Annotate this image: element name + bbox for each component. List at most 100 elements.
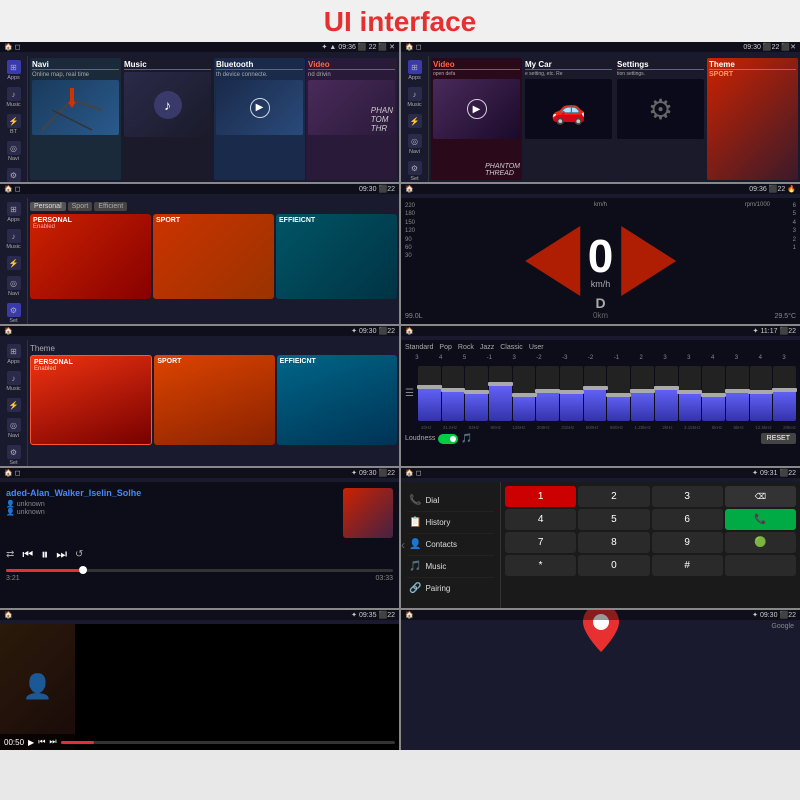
eq-bar-11[interactable]	[655, 366, 678, 421]
eq-tab-standard[interactable]: Standard	[405, 344, 433, 351]
sidebar-music-2[interactable]: ♪ Music	[407, 87, 421, 108]
loudness-toggle[interactable]	[438, 434, 458, 444]
key-3[interactable]: 3	[652, 486, 723, 507]
eq-bar-2[interactable]	[442, 366, 465, 421]
eq-reset-button[interactable]: RESET	[761, 433, 796, 444]
eq-bar-5[interactable]	[513, 366, 536, 421]
eq-bar-16[interactable]	[773, 366, 796, 421]
sidebar-navi-2[interactable]: ◎ Navi	[408, 134, 422, 155]
key-2[interactable]: 2	[578, 486, 649, 507]
phone-nav-arrow[interactable]: ‹	[401, 538, 405, 552]
eq-bar-4[interactable]	[489, 366, 512, 421]
key-hash[interactable]: #	[652, 555, 723, 576]
back-icon-3[interactable]: ◻	[15, 185, 21, 193]
sidebar-navi-1[interactable]: ◎ Navi	[7, 141, 21, 162]
eq-knob-8[interactable]	[583, 386, 608, 390]
eq-tab-rock[interactable]: Rock	[458, 344, 474, 351]
video-play-pause[interactable]: ▶	[28, 738, 34, 747]
eq-bar-12[interactable]	[679, 366, 702, 421]
eq-knob-13[interactable]	[701, 393, 726, 397]
sidebar-navi-5[interactable]: ◎ Navi	[7, 418, 21, 439]
history-menu-item[interactable]: 📋 History	[407, 512, 494, 534]
sidebar-music-1[interactable]: ♪ Music	[6, 87, 20, 108]
mycar-card-2[interactable]: My Car e setting, etc. Re 🚗	[523, 58, 614, 180]
personal-theme-card[interactable]: PERSONAL Enabled	[30, 214, 151, 299]
sidebar-music-3[interactable]: ♪ Music	[6, 229, 20, 250]
eq-bar-15[interactable]	[750, 366, 773, 421]
eq-bar-1[interactable]	[418, 366, 441, 421]
key-star[interactable]: *	[505, 555, 576, 576]
home-icon-9[interactable]: 🏠	[4, 611, 13, 619]
video-app-card[interactable]: Video nd drivin PHANTOMTHR	[306, 58, 397, 180]
theme-card-2[interactable]: Theme SPORT	[707, 58, 798, 180]
video-progress[interactable]	[61, 741, 395, 744]
navi-app-card[interactable]: Navi Online map, real time	[30, 58, 121, 180]
key-9[interactable]: 9	[652, 532, 723, 553]
bt-app-card[interactable]: Bluetooth th device connecte. ▶	[214, 58, 305, 180]
nav-2[interactable]: ⬛✕	[781, 43, 796, 51]
pairing-menu-item[interactable]: 🔗 Pairing	[407, 578, 494, 599]
eq-knob-4[interactable]	[488, 382, 513, 386]
eq-bar-8[interactable]	[584, 366, 607, 421]
sidebar-settings-2[interactable]: ⚙ Set	[408, 161, 422, 182]
home-icon-6[interactable]: 🏠	[405, 327, 414, 335]
sidebar-apps-1[interactable]: ⊞ Apps	[7, 60, 21, 81]
sidebar-settings-3[interactable]: ⚙ Set	[7, 303, 21, 324]
eq-bar-10[interactable]	[631, 366, 654, 421]
eq-knob-12[interactable]	[677, 390, 702, 394]
play-pause-button[interactable]: ⏸	[41, 546, 48, 563]
next-button[interactable]: ⏭	[56, 547, 67, 562]
sidebar-settings-1[interactable]: ⚙ Set	[7, 168, 21, 182]
back-icon-1[interactable]: ◻	[15, 43, 21, 51]
home-icon-2[interactable]: 🏠	[405, 43, 414, 51]
sport-theme-card[interactable]: SPORT	[153, 214, 274, 299]
home-icon-10[interactable]: 🏠	[405, 611, 414, 619]
home-icon-8[interactable]: 🏠	[405, 469, 414, 477]
key-del[interactable]: ⌫	[725, 486, 796, 507]
efficient-tab[interactable]: Efficient	[94, 202, 127, 211]
personal-tab[interactable]: Personal	[30, 202, 66, 211]
personal-theme-2[interactable]: PERSONAL Enabled	[30, 355, 152, 445]
sidebar-bt-3[interactable]: ⚡	[7, 256, 21, 270]
home-icon-7[interactable]: 🏠	[4, 469, 13, 477]
eq-knob-14[interactable]	[725, 389, 750, 393]
efficient-theme-2[interactable]: EFFIEICNT	[277, 355, 397, 445]
progress-bar[interactable]	[6, 569, 393, 572]
eq-bar-6[interactable]	[536, 366, 559, 421]
eq-knob-7[interactable]	[559, 390, 584, 394]
settings-card-2[interactable]: Settings tion settings. ⚙	[615, 58, 706, 180]
home-icon-4[interactable]: 🏠	[405, 185, 414, 193]
back-icon-2[interactable]: ◻	[416, 43, 422, 51]
sport-tab[interactable]: Sport	[68, 202, 93, 211]
eq-knob-6[interactable]	[535, 389, 560, 393]
eq-knob-1[interactable]	[417, 385, 442, 389]
home-icon-1[interactable]: 🏠	[4, 43, 13, 51]
sidebar-apps-2[interactable]: ⊞ Apps	[408, 60, 422, 81]
eq-knob-9[interactable]	[606, 393, 631, 397]
close-icon-1[interactable]: ✕	[389, 43, 395, 51]
key-6[interactable]: 6	[652, 509, 723, 530]
eq-knob-5[interactable]	[512, 393, 537, 397]
sidebar-settings-5[interactable]: ⚙ Set	[7, 445, 21, 466]
sidebar-bt-1[interactable]: ⚡ BT	[7, 114, 21, 135]
shuffle-icon[interactable]: ⇄	[6, 549, 14, 560]
sport-theme-2[interactable]: SPORT	[154, 355, 274, 445]
eq-bar-3[interactable]	[465, 366, 488, 421]
key-4[interactable]: 4	[505, 509, 576, 530]
key-0[interactable]: 0	[578, 555, 649, 576]
eq-knob-15[interactable]	[748, 390, 773, 394]
eq-knob-11[interactable]	[654, 386, 679, 390]
eq-knob-10[interactable]	[630, 389, 655, 393]
home-icon-3[interactable]: 🏠	[4, 185, 13, 193]
music-app-card[interactable]: Music ♪	[122, 58, 213, 180]
eq-tab-classic[interactable]: Classic	[500, 344, 523, 351]
eq-tab-user[interactable]: User	[529, 344, 544, 351]
key-call[interactable]: 📞	[725, 509, 796, 530]
sidebar-apps-3[interactable]: ⊞ Apps	[7, 202, 21, 223]
eq-bar-14[interactable]	[726, 366, 749, 421]
eq-bar-7[interactable]	[560, 366, 583, 421]
video-prev-icon[interactable]: ⏮	[38, 737, 45, 747]
contacts-menu-item[interactable]: 👤 Contacts	[407, 534, 494, 556]
eq-knob-16[interactable]	[772, 388, 797, 392]
sidebar-music-5[interactable]: ♪ Music	[6, 371, 20, 392]
